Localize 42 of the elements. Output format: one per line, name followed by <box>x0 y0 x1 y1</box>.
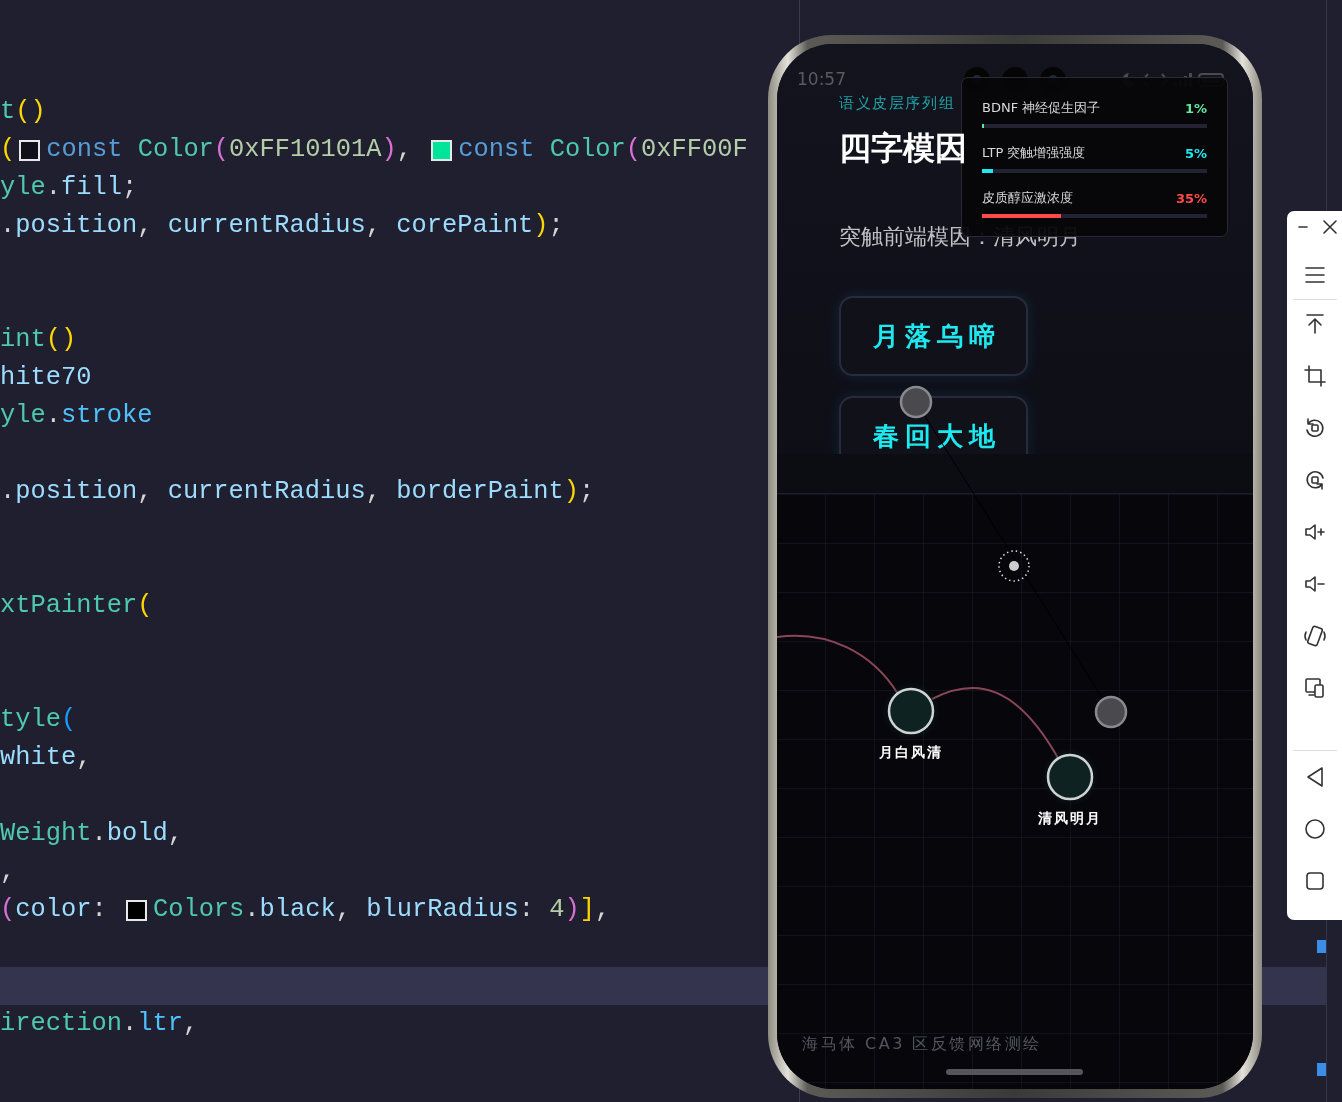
code-line: .position, currentRadius, corePaint); <box>0 211 564 241</box>
drag-handle[interactable] <box>899 385 933 419</box>
code-text: const Color(0xFF00F <box>458 135 748 165</box>
code-line: Weight.bold, <box>0 819 183 849</box>
crop-icon[interactable] <box>1302 364 1327 388</box>
meter-label: LTP 突触增强强度 <box>982 144 1086 162</box>
meter-reading: 35% <box>1175 190 1207 206</box>
scrollbar-mark <box>1317 940 1326 953</box>
word-button[interactable]: 春回大地 <box>839 396 1028 454</box>
word-button[interactable]: 月落乌啼 <box>839 296 1028 376</box>
code-text: const Color(0xFF10101A), <box>46 135 413 165</box>
dotted-target-icon <box>998 550 1030 582</box>
node-label: 清风明月 <box>1038 810 1102 826</box>
code-text: ( <box>0 135 16 165</box>
code-text: Colors.black, blurRadius: 4)], <box>152 895 611 925</box>
screen-title: 四字模因 <box>839 128 967 168</box>
meter-label: BDNF 神经促生因子 <box>982 99 1101 117</box>
home-icon[interactable] <box>1302 817 1327 841</box>
code-line: tyle( <box>0 705 77 735</box>
code-line: hite70 <box>0 363 92 393</box>
meter-label: 皮质醇应激浓度 <box>982 189 1073 207</box>
scrollbar-mark <box>1317 1063 1326 1076</box>
code-line: white, <box>0 743 92 773</box>
devices-icon[interactable] <box>1302 676 1327 700</box>
section-overline: 语义皮层序列组 <box>839 94 956 112</box>
meter-reading: 5% <box>1184 145 1207 161</box>
code-line: , <box>0 857 16 887</box>
code-line: yle.stroke <box>0 401 153 431</box>
canvas-caption: 海马体 CA3 区反馈网络测绘 <box>802 1034 1042 1055</box>
close-icon[interactable] <box>1322 219 1338 235</box>
meter-reading: 1% <box>1184 100 1207 116</box>
node-label: 月白风清 <box>879 744 943 760</box>
code-line: yle.fill; <box>0 173 138 203</box>
code-line: xtPainter( <box>0 591 153 621</box>
code-line: t() <box>0 97 46 127</box>
drag-handle[interactable] <box>1094 695 1128 729</box>
code-line: int() <box>0 325 77 355</box>
code-line: .position, currentRadius, borderPaint); <box>0 477 595 507</box>
shake-phone-icon[interactable] <box>1302 624 1327 648</box>
code-text: (color: <box>0 895 108 925</box>
code-line: irection.ltr, <box>0 1009 199 1039</box>
status-time: 10:57 <box>797 69 846 89</box>
